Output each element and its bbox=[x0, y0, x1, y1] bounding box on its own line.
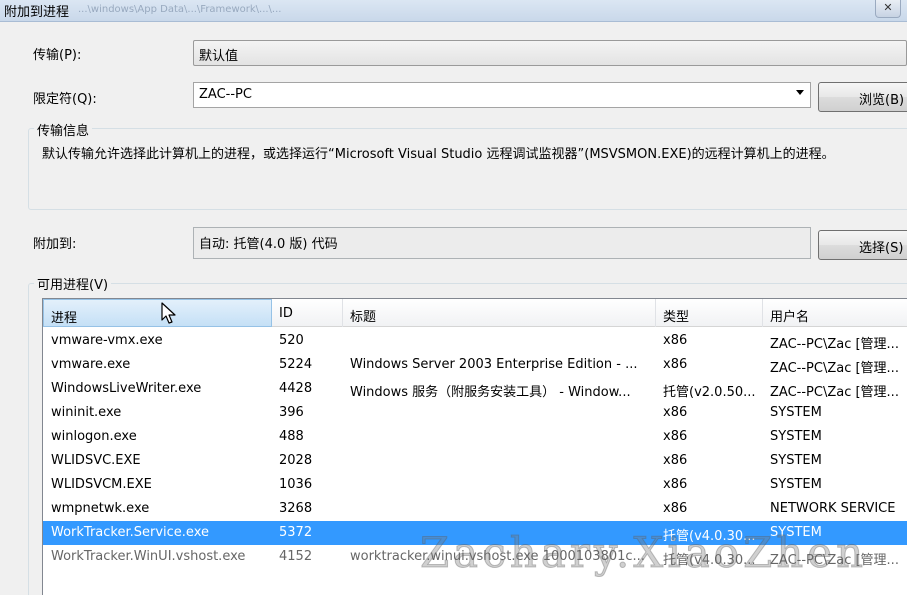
qualifier-label: 限定符(Q): bbox=[33, 92, 97, 107]
cell-process: wmpnetwk.exe bbox=[51, 501, 150, 516]
cell-type: x86 bbox=[663, 333, 688, 348]
select-button[interactable]: 选择(S) bbox=[818, 230, 907, 260]
cell-process: vmware-vmx.exe bbox=[51, 333, 163, 348]
table-row[interactable]: vmware-vmx.exe 520 x86 ZAC--PC\Zac [管理..… bbox=[43, 329, 907, 353]
cell-id: 5224 bbox=[279, 357, 313, 372]
cell-user: ZAC--PC\Zac [管理... bbox=[770, 385, 899, 400]
cell-type: x86 bbox=[663, 501, 688, 516]
window-path-hint: ...\windows\App Data\...\Framework\...\.… bbox=[78, 4, 282, 15]
cell-process: wininit.exe bbox=[51, 405, 122, 420]
transport-info-group bbox=[28, 128, 907, 210]
select-button-label: 选择(S) bbox=[859, 241, 904, 256]
attach-to-field: 自动: 托管(4.0 版) 代码 bbox=[193, 227, 811, 259]
transport-value: 默认值 bbox=[199, 49, 239, 64]
column-header-title[interactable]: 标题 bbox=[343, 299, 656, 327]
cell-process: WLIDSVCM.EXE bbox=[51, 477, 152, 492]
cell-user: ZAC--PC\Zac [管理... bbox=[770, 361, 899, 376]
window-titlebar: 附加到进程 ...\windows\App Data\...\Framework… bbox=[0, 0, 907, 22]
cell-type: x86 bbox=[663, 357, 688, 372]
browse-button[interactable]: 浏览(B) bbox=[818, 82, 907, 112]
cell-user: NETWORK SERVICE bbox=[770, 501, 896, 516]
cell-type: x86 bbox=[663, 477, 688, 492]
cell-user: ZAC--PC\Zac [管理... bbox=[770, 337, 899, 352]
cell-id: 488 bbox=[279, 429, 304, 444]
cell-type: 托管(v2.0.50... bbox=[663, 385, 756, 400]
table-row[interactable]: winlogon.exe 488 x86 SYSTEM bbox=[43, 425, 907, 449]
transport-info-text: 默认传输允许选择此计算机上的进程，或选择运行“Microsoft Visual … bbox=[42, 147, 835, 162]
cell-id: 2028 bbox=[279, 453, 313, 468]
watermark: Zachary.XiaoZhen bbox=[419, 528, 868, 578]
cell-process: WorkTracker.WinUI.vshost.exe bbox=[51, 549, 246, 564]
cell-process: WLIDSVC.EXE bbox=[51, 453, 141, 468]
attach-to-label: 附加到: bbox=[33, 237, 77, 252]
cell-user: SYSTEM bbox=[770, 477, 822, 492]
cell-title: Windows Server 2003 Enterprise Edition -… bbox=[350, 357, 638, 372]
table-row[interactable]: WLIDSVC.EXE 2028 x86 SYSTEM bbox=[43, 449, 907, 473]
browse-button-label: 浏览(B) bbox=[859, 93, 905, 108]
table-row[interactable]: vmware.exe 5224 Windows Server 2003 Ente… bbox=[43, 353, 907, 377]
cell-id: 1036 bbox=[279, 477, 313, 492]
mouse-cursor-icon bbox=[161, 302, 176, 324]
table-row[interactable]: WLIDSVCM.EXE 1036 x86 SYSTEM bbox=[43, 473, 907, 497]
cell-id: 4428 bbox=[279, 381, 313, 396]
attach-to-value: 自动: 托管(4.0 版) 代码 bbox=[199, 237, 338, 252]
available-processes-title: 可用进程(V) bbox=[34, 274, 112, 293]
table-row[interactable]: wininit.exe 396 x86 SYSTEM bbox=[43, 401, 907, 425]
cell-id: 3268 bbox=[279, 501, 313, 516]
column-header-user[interactable]: 用户名 bbox=[763, 299, 907, 327]
cell-type: x86 bbox=[663, 429, 688, 444]
column-header-process[interactable]: 进程 bbox=[43, 299, 272, 327]
chevron-down-icon[interactable] bbox=[796, 90, 804, 95]
close-icon[interactable]: ✕ bbox=[875, 0, 901, 18]
column-header-id[interactable]: ID bbox=[272, 299, 343, 327]
window-title: 附加到进程 bbox=[4, 5, 70, 20]
qualifier-value: ZAC--PC bbox=[199, 87, 252, 102]
transport-info-title: 传输信息 bbox=[34, 120, 93, 139]
cell-id: 4152 bbox=[279, 549, 313, 564]
cell-id: 396 bbox=[279, 405, 304, 420]
cell-type: x86 bbox=[663, 453, 688, 468]
table-row[interactable]: WindowsLiveWriter.exe 4428 Windows 服务（附服… bbox=[43, 377, 907, 401]
cell-user: SYSTEM bbox=[770, 405, 822, 420]
cell-user: SYSTEM bbox=[770, 453, 822, 468]
table-row[interactable]: wmpnetwk.exe 3268 x86 NETWORK SERVICE bbox=[43, 497, 907, 521]
transport-select[interactable]: 默认值 bbox=[193, 40, 907, 66]
transport-label: 传输(P): bbox=[33, 48, 82, 63]
cell-process: WindowsLiveWriter.exe bbox=[51, 381, 202, 396]
cell-user: SYSTEM bbox=[770, 429, 822, 444]
qualifier-combobox[interactable]: ZAC--PC bbox=[193, 82, 811, 108]
cell-title: Windows 服务（附服务安装工具） - Window... bbox=[350, 385, 631, 400]
cell-id: 5372 bbox=[279, 525, 313, 540]
cell-process: winlogon.exe bbox=[51, 429, 137, 444]
cell-type: x86 bbox=[663, 405, 688, 420]
cell-id: 520 bbox=[279, 333, 304, 348]
column-header-type[interactable]: 类型 bbox=[656, 299, 763, 327]
cell-process: WorkTracker.Service.exe bbox=[51, 525, 209, 540]
cell-process: vmware.exe bbox=[51, 357, 131, 372]
